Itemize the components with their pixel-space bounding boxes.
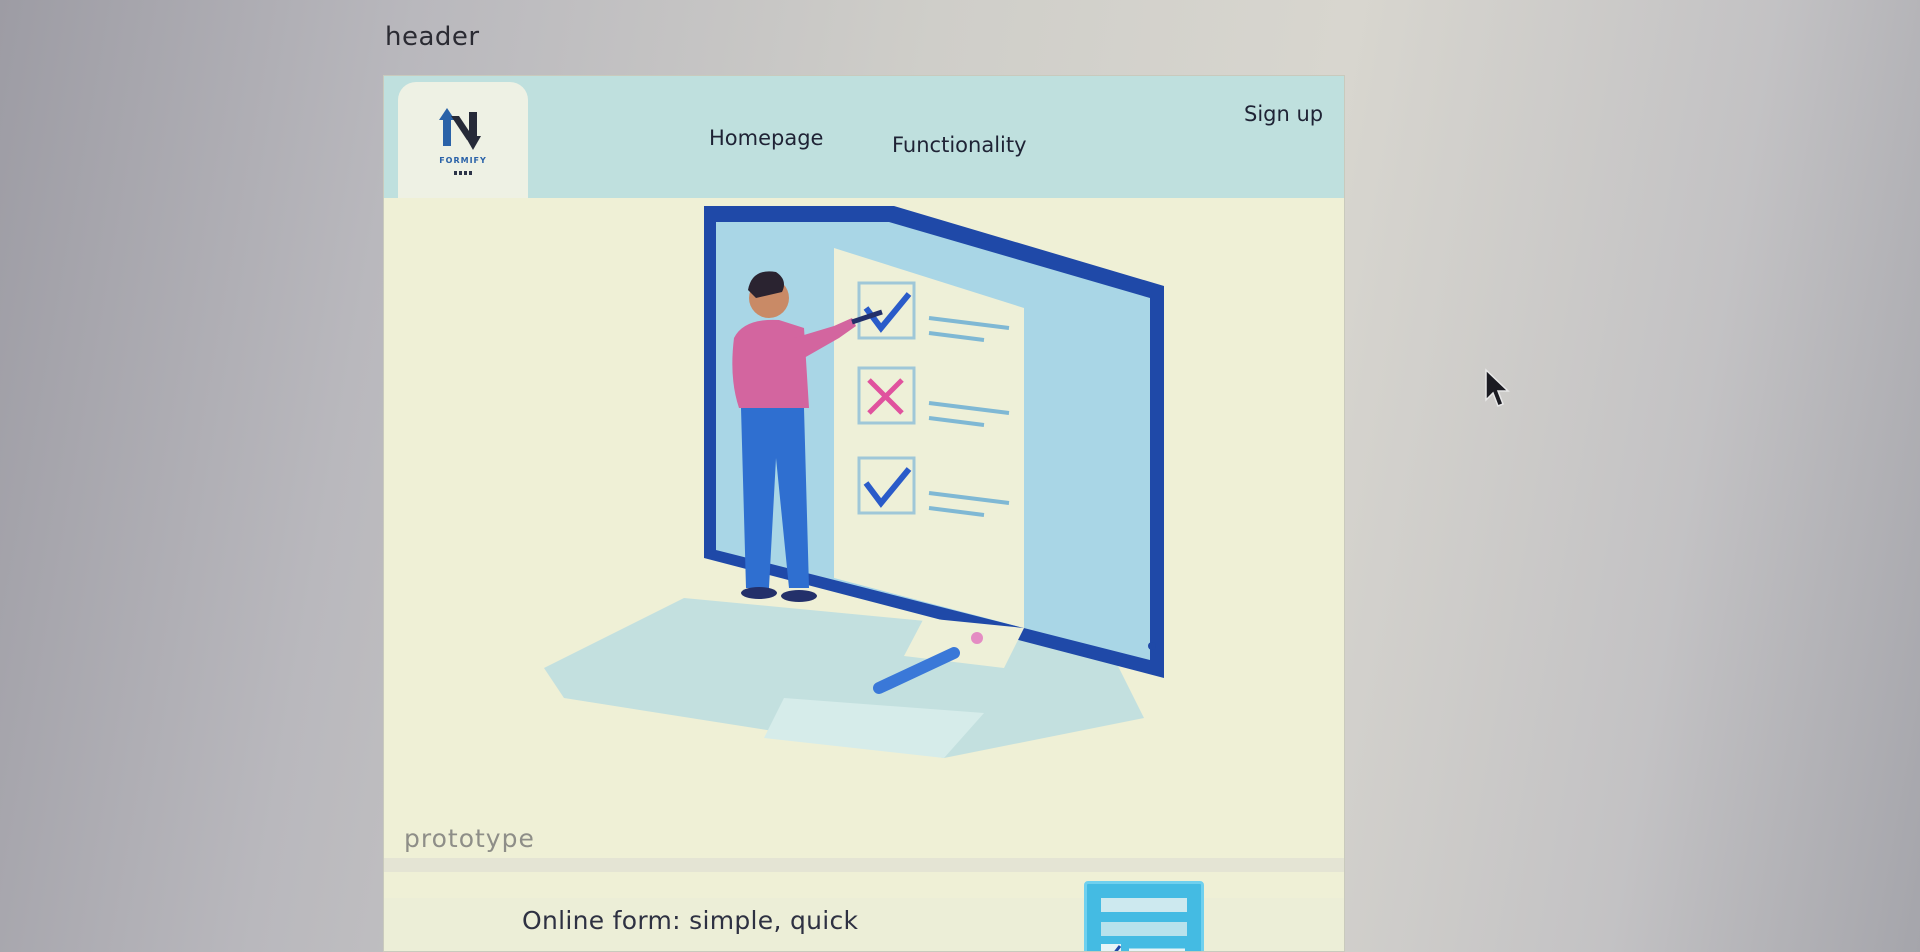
form-checklist-illustration — [544, 206, 1164, 758]
sign-up-link[interactable]: Sign up — [1244, 102, 1323, 126]
website-prototype-frame: FORMIFY Homepage Functionality Sign up p… — [383, 75, 1345, 952]
mouse-pointer-icon — [1485, 368, 1510, 407]
logo-dots — [454, 170, 472, 175]
page-label: header — [385, 22, 480, 52]
section-subtitle: Online form: simple, quick — [522, 906, 859, 935]
formify-logo-icon — [439, 107, 481, 150]
nav-functionality-link[interactable]: Functionality — [892, 133, 1027, 157]
hero-section — [384, 198, 1344, 898]
form-checkbox-icon — [1084, 881, 1204, 951]
form-paper — [834, 248, 1024, 628]
logo[interactable]: FORMIFY — [398, 82, 528, 198]
nav-homepage-link[interactable]: Homepage — [709, 126, 823, 150]
navbar: FORMIFY Homepage Functionality Sign up — [384, 76, 1344, 198]
logo-wordmark: FORMIFY — [439, 155, 487, 165]
prototype-caption: prototype — [404, 824, 535, 853]
section-divider — [384, 858, 1344, 872]
